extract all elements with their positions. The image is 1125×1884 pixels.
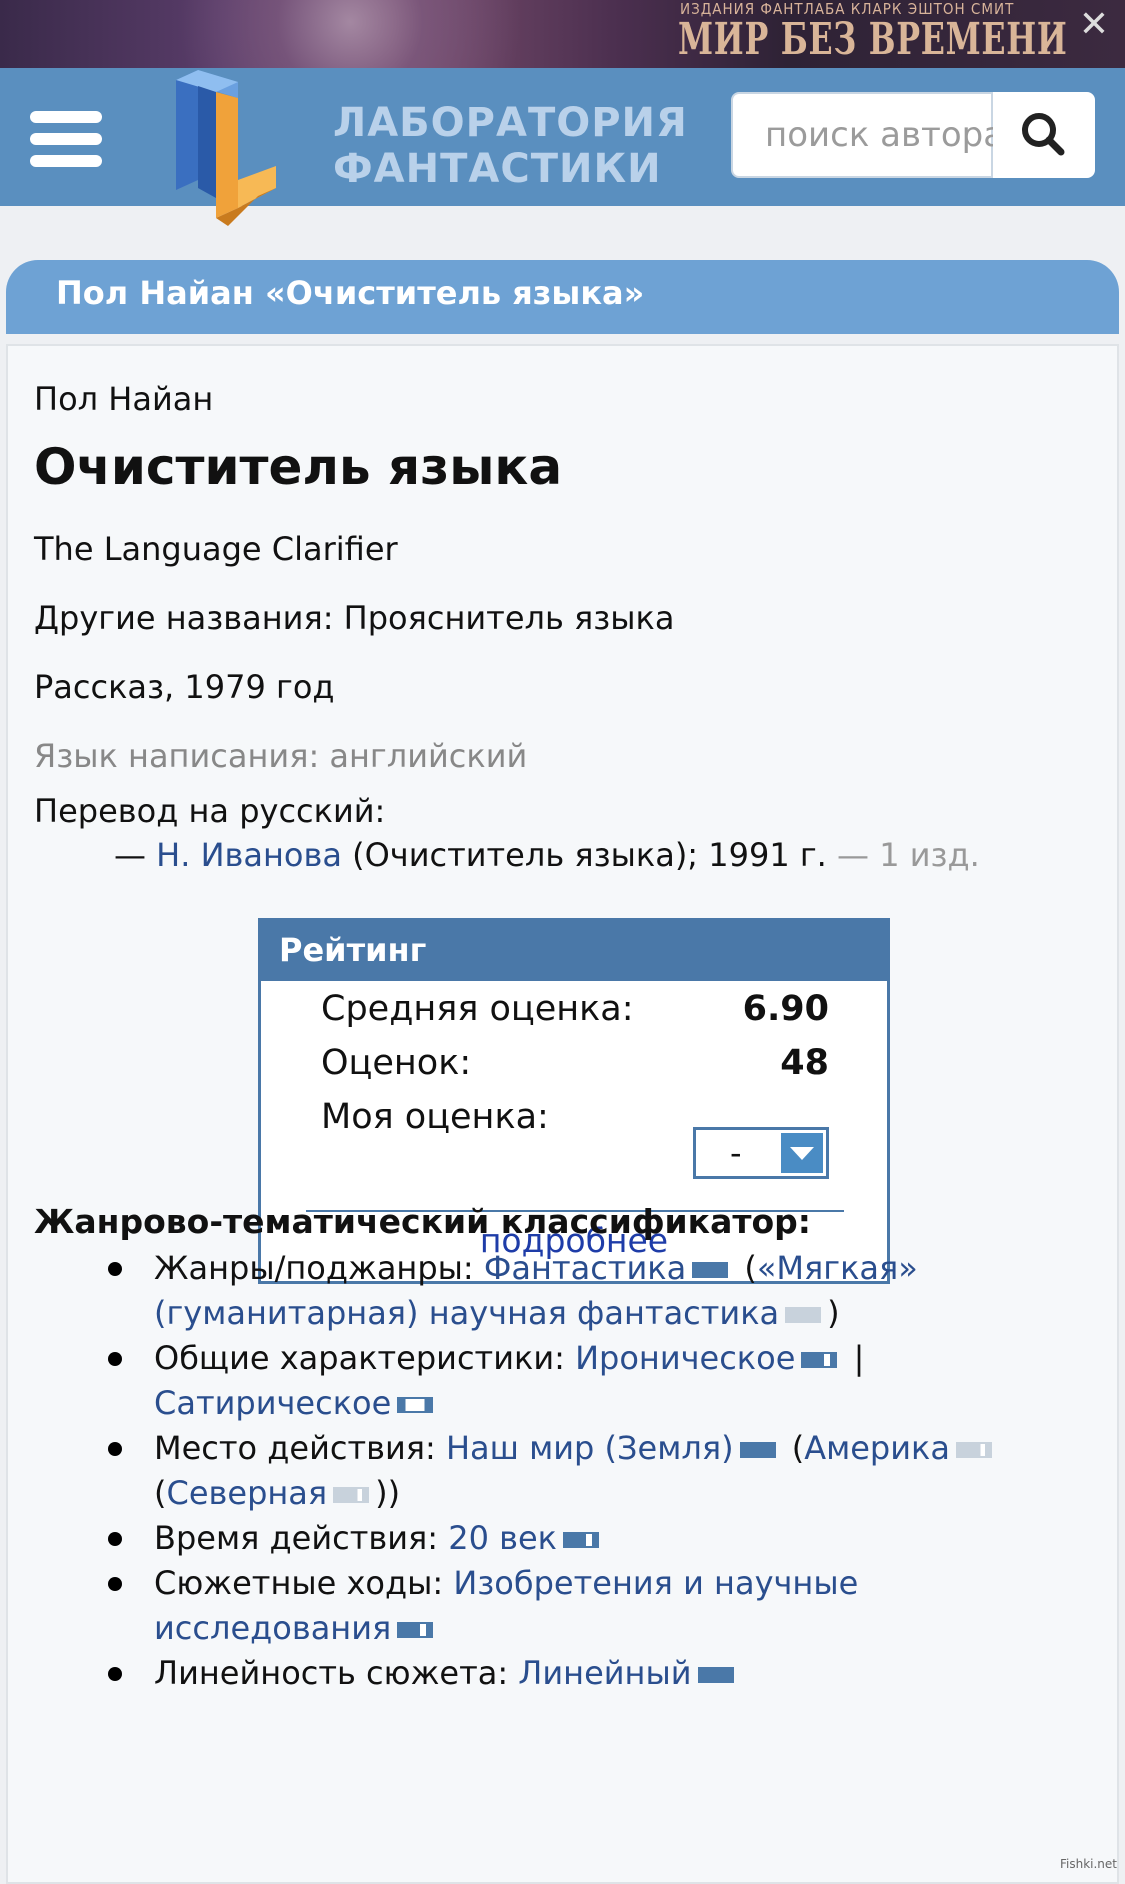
classifier-label: Сюжетные ходы: (154, 1564, 454, 1602)
separator: | (843, 1339, 865, 1377)
search-input[interactable] (763, 94, 997, 176)
classifier-link[interactable]: Северная (166, 1474, 327, 1512)
avg-rating-label: Средняя оценка: (321, 989, 634, 1029)
classifier-header: Жанрово-тематический классификатор: (34, 1202, 811, 1241)
classifier-label: Место действия: (154, 1429, 446, 1467)
brand-line-1: ЛАБОРАТОРИЯ (333, 100, 688, 146)
bullet-icon (108, 1577, 122, 1591)
vote-bar-icon (697, 1667, 734, 1683)
list-item: Место действия: Наш мир (Земля) (Америка… (8, 1426, 1088, 1516)
other-names: Другие названия: Прояснитель языка (34, 599, 675, 637)
classifier-link[interactable]: 20 век (448, 1519, 557, 1557)
classifier-label: Общие характеристики: (154, 1339, 576, 1377)
bullet-icon (108, 1352, 122, 1366)
work-heading-bar: Пол Найан «Очиститель языка» (6, 260, 1119, 334)
list-item: Время действия: 20 век (8, 1516, 1088, 1561)
bullet-icon (108, 1262, 122, 1276)
classifier-link[interactable]: Ироническое (575, 1339, 795, 1377)
classifier-link[interactable]: Америка (804, 1429, 950, 1467)
search-button[interactable] (993, 92, 1095, 178)
separator: )) (375, 1474, 401, 1512)
vote-bar-icon (397, 1397, 434, 1413)
writing-language: Язык написания: английский (34, 737, 528, 775)
separator: ) (827, 1294, 840, 1332)
chevron-down-icon (781, 1133, 823, 1173)
ad-title: МИР БЕЗ ВРЕМЕНИ (678, 14, 1068, 65)
separator: ( (734, 1249, 757, 1287)
vote-bar-icon (785, 1307, 822, 1323)
list-item: Жанры/поджанры: Фантастика («Мягкая» (гу… (8, 1246, 1088, 1336)
work-title: Очиститель языка (34, 438, 563, 496)
search-box (731, 92, 997, 178)
classifier-link[interactable]: Сатирическое (154, 1384, 391, 1422)
ad-ornament (120, 0, 580, 68)
work-heading: Пол Найан «Очиститель языка» (56, 274, 645, 312)
classifier-link[interactable]: Наш мир (Земля) (446, 1429, 734, 1467)
list-item: Общие характеристики: Ироническое | Сати… (8, 1336, 1088, 1426)
separator: ( (781, 1429, 805, 1467)
avg-rating-value: 6.90 (742, 989, 829, 1029)
translator-link[interactable]: Н. Иванова (156, 836, 342, 874)
list-item: Сюжетные ходы: Изобретения и научные исс… (8, 1561, 1088, 1651)
vote-bar-icon (739, 1442, 776, 1458)
my-rating-value: - (730, 1134, 742, 1172)
close-icon[interactable]: ✕ (1079, 4, 1109, 45)
bullet-icon (108, 1532, 122, 1546)
my-rating-label: Моя оценка: (321, 1097, 549, 1137)
site-logo-icon[interactable] (168, 68, 298, 228)
vote-bar-icon (801, 1352, 838, 1368)
watermark: Fishki.net (1059, 1857, 1117, 1871)
classifier-label: Жанры/поджанры: (154, 1249, 484, 1287)
site-header: ЛАБОРАТОРИЯ ФАНТАСТИКИ (0, 68, 1125, 226)
vote-count-label: Оценок: (321, 1043, 472, 1083)
ad-banner[interactable]: ИЗДАНИЯ ФАНТЛАБА КЛАРК ЭШТОН СМИТ МИР БЕ… (0, 0, 1125, 68)
classifier-link[interactable]: Фантастика (484, 1249, 686, 1287)
work-type-year: Рассказ, 1979 год (34, 668, 335, 706)
translation-detail: (Очиститель языка); 1991 г. (341, 836, 838, 874)
classifier-link[interactable]: Линейный (518, 1654, 691, 1692)
translation-line: — Н. Иванова (Очиститель языка); 1991 г.… (114, 836, 980, 874)
list-item: Линейность сюжета: Линейный (8, 1651, 1088, 1696)
vote-bar-icon (562, 1532, 599, 1548)
original-title: The Language Clarifier (34, 530, 398, 568)
editions-link[interactable]: — 1 изд. (837, 836, 980, 874)
my-rating-select[interactable]: - (693, 1127, 829, 1179)
author-name[interactable]: Пол Найан (34, 380, 213, 418)
menu-icon[interactable] (30, 111, 102, 167)
classifier-label: Линейность сюжета: (154, 1654, 519, 1692)
site-brand[interactable]: ЛАБОРАТОРИЯ ФАНТАСТИКИ (333, 100, 688, 192)
classifier-list: Жанры/поджанры: Фантастика («Мягкая» (гу… (8, 1246, 1088, 1696)
vote-bar-icon (333, 1487, 370, 1503)
search-icon (1022, 113, 1065, 156)
bullet-icon (108, 1442, 122, 1456)
vote-bar-icon (692, 1262, 729, 1278)
translation-dash: — (114, 836, 157, 874)
classifier-label: Время действия: (154, 1519, 449, 1557)
work-card: Пол Найан Очиститель языка The Language … (6, 344, 1119, 1884)
translation-header: Перевод на русский: (34, 792, 386, 830)
vote-bar-icon (955, 1442, 992, 1458)
bullet-icon (108, 1667, 122, 1681)
vote-count-value: 48 (780, 1043, 829, 1083)
brand-line-2: ФАНТАСТИКИ (333, 146, 662, 192)
vote-bar-icon (397, 1622, 434, 1638)
separator: ( (154, 1474, 167, 1512)
rating-header: Рейтинг (261, 921, 887, 981)
